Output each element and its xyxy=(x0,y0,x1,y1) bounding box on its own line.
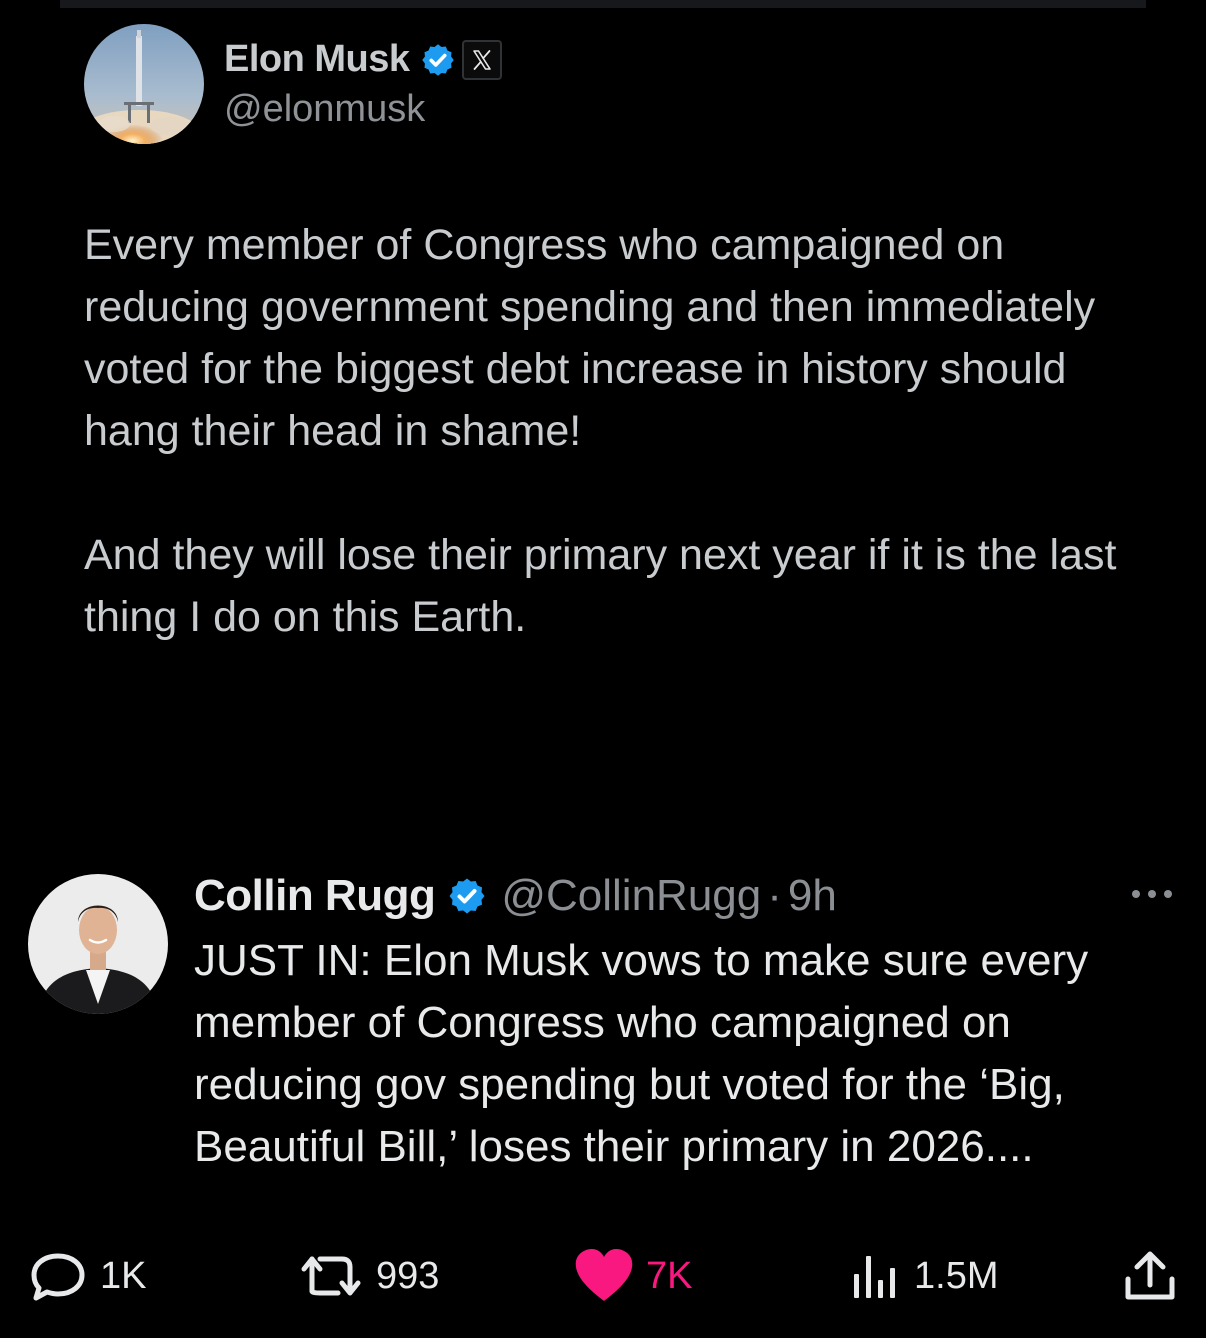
heart-icon xyxy=(575,1249,633,1301)
like-count: 7K xyxy=(646,1254,693,1297)
retweet-count: 993 xyxy=(376,1254,440,1297)
reply-timestamp[interactable]: 9h xyxy=(788,871,837,921)
reply-tweet-text: JUST IN: Elon Musk vows to make sure eve… xyxy=(194,936,1089,1171)
collin-rugg-avatar[interactable] xyxy=(28,874,168,1014)
like-button[interactable]: 7K xyxy=(574,1246,692,1306)
reply-author-handle[interactable]: @CollinRugg xyxy=(501,871,761,921)
elon-musk-avatar[interactable] xyxy=(84,24,204,144)
top-divider xyxy=(60,0,1146,8)
share-button[interactable] xyxy=(1124,1246,1176,1306)
meta-separator: · xyxy=(767,871,782,920)
retweet-icon xyxy=(301,1256,361,1296)
views-icon xyxy=(854,1256,895,1298)
quoted-paragraph-1: Every member of Congress who campaigned … xyxy=(84,221,1096,455)
verified-badge-icon xyxy=(449,878,485,914)
reply-author-name[interactable]: Collin Rugg xyxy=(194,871,436,921)
reply-count: 1K xyxy=(100,1254,147,1297)
quoted-author-handle[interactable]: @elonmusk xyxy=(224,88,425,131)
x-logo-icon xyxy=(472,49,491,70)
rocket-launch-avatar-image xyxy=(84,24,204,144)
reply-icon xyxy=(31,1253,85,1301)
reply-tweet-header: Collin Rugg @CollinRugg · 9h xyxy=(194,866,837,926)
views-button[interactable]: 1.5M xyxy=(852,1246,998,1306)
reply-button[interactable]: 1K xyxy=(28,1246,146,1306)
quoted-paragraph-2: And they will lose their primary next ye… xyxy=(84,531,1117,641)
more-options-icon[interactable] xyxy=(1128,884,1176,904)
person-avatar-image xyxy=(28,874,168,1014)
share-icon xyxy=(1125,1251,1175,1300)
views-count: 1.5M xyxy=(914,1254,999,1297)
quoted-author-name[interactable]: Elon Musk xyxy=(224,38,410,81)
retweet-button[interactable]: 993 xyxy=(298,1246,439,1306)
x-affiliate-badge xyxy=(461,39,502,80)
verified-badge-icon xyxy=(421,43,454,76)
quoted-tweet-body: Every member of Congress who campaigned … xyxy=(84,214,1164,648)
